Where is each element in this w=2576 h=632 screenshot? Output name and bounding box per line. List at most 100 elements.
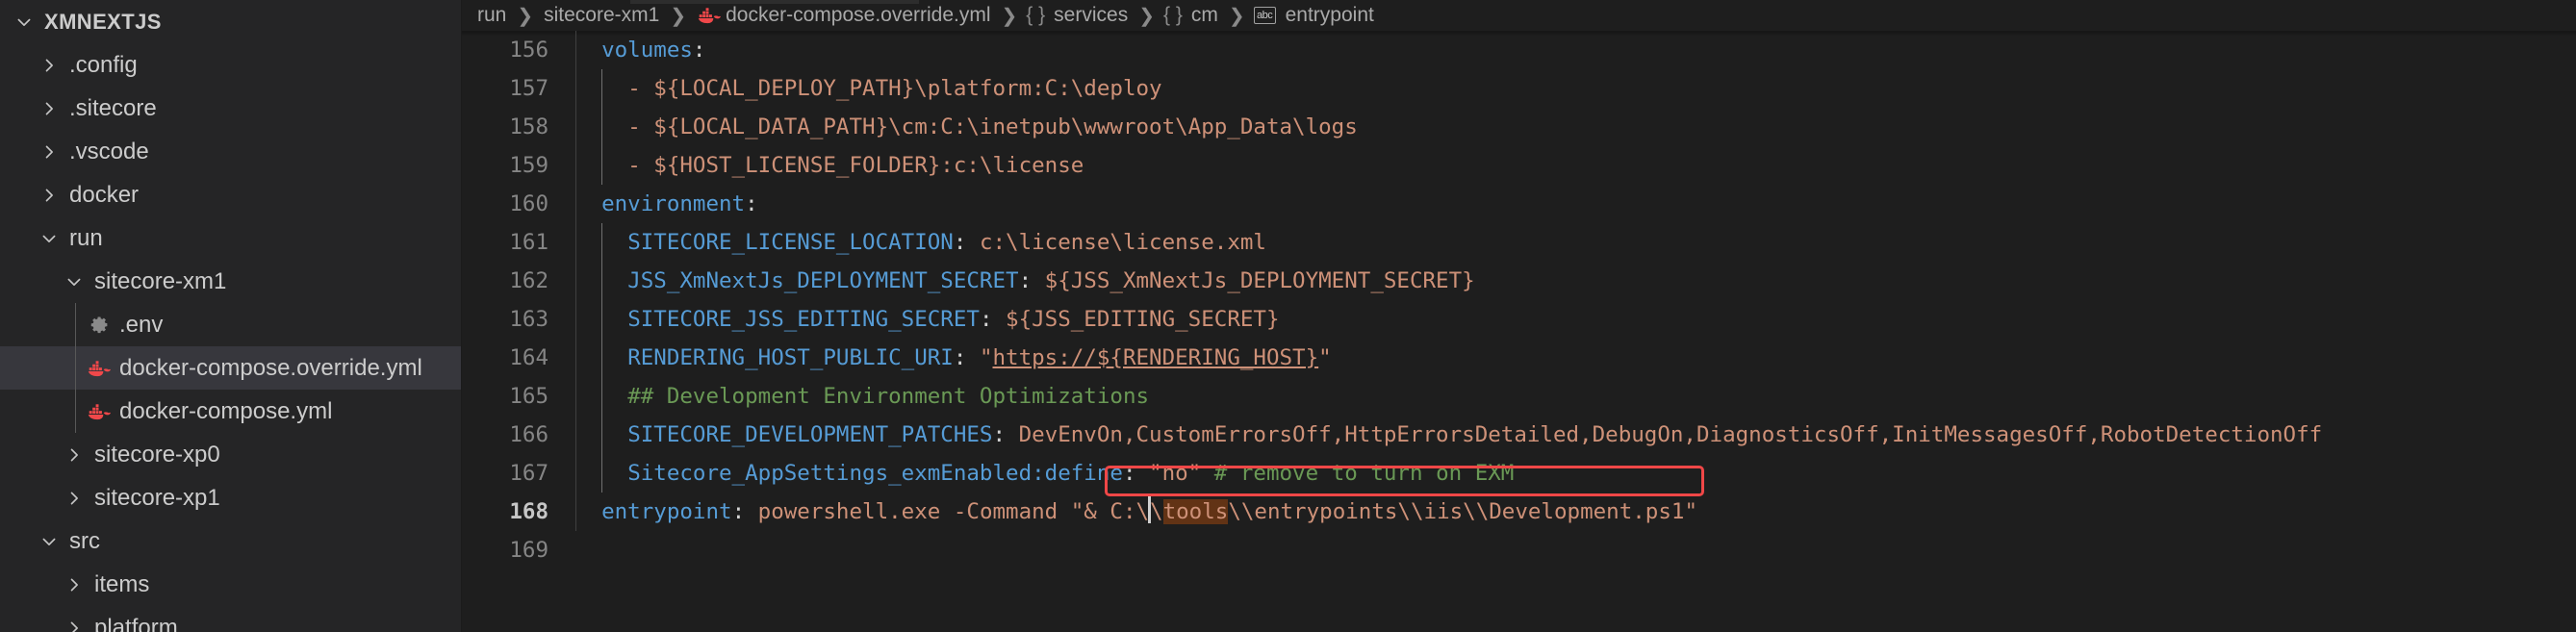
chevron-right-icon[interactable] — [58, 575, 90, 594]
yaml-value: - ${HOST_LICENSE_FOLDER}:c:\license — [627, 153, 1084, 178]
yaml-value: DevEnvOn,CustomErrorsOff,HttpErrorsDetai… — [1018, 422, 2323, 447]
breadcrumb-item-entrypoint[interactable]: abc entrypoint — [1253, 4, 1376, 27]
code-line[interactable]: 168 entrypoint: powershell.exe -Command … — [462, 493, 2576, 531]
chevron-right-icon[interactable] — [58, 445, 90, 465]
code-line[interactable]: 166 SITECORE_DEVELOPMENT_PATCHES: DevEnv… — [462, 416, 2576, 454]
tree-item-label: sitecore-xp1 — [94, 484, 220, 511]
yaml-value: : — [731, 499, 758, 524]
line-number[interactable]: 158 — [462, 108, 575, 146]
breadcrumb-item-label: docker-compose.override.yml — [726, 4, 991, 26]
code-line[interactable]: 165 ## Development Environment Optimizat… — [462, 377, 2576, 416]
tree-file-docker-compose-override-yml[interactable]: docker-compose.override.yml — [0, 346, 461, 390]
chevron-right-icon[interactable] — [33, 142, 65, 162]
abc-icon: abc — [1253, 7, 1276, 24]
tree-folder-src[interactable]: src — [0, 519, 461, 563]
breadcrumb-separator: ❯ — [1138, 5, 1155, 27]
tree-folder-config[interactable]: .config — [0, 43, 461, 87]
line-number[interactable]: 167 — [462, 454, 575, 493]
braces-icon: { } — [1026, 4, 1046, 26]
line-number[interactable]: 168 — [462, 493, 575, 531]
breadcrumb-item-cm[interactable]: { } cm — [1163, 4, 1220, 27]
word-occurrence-highlight: tools — [1162, 499, 1229, 524]
line-number[interactable]: 169 — [462, 531, 575, 569]
yaml-value: " — [979, 345, 993, 370]
line-number[interactable]: 164 — [462, 339, 575, 377]
line-number[interactable]: 163 — [462, 300, 575, 339]
chevron-right-icon[interactable] — [33, 56, 65, 75]
line-number[interactable]: 156 — [462, 31, 575, 69]
tree-item-label: .sitecore — [69, 94, 157, 121]
code-line[interactable]: 169 — [462, 531, 2576, 569]
breadcrumb-item-label: cm — [1190, 4, 1218, 26]
code-line[interactable]: 156 volumes: — [462, 31, 2576, 69]
line-number[interactable]: 157 — [462, 69, 575, 108]
code-line[interactable]: 157 - ${LOCAL_DEPLOY_PATH}\platform:C:\d… — [462, 69, 2576, 108]
tree-file-docker-compose-yml[interactable]: docker-compose.yml — [0, 390, 461, 433]
line-number[interactable]: 160 — [462, 185, 575, 223]
chevron-right-icon[interactable] — [58, 489, 90, 508]
yaml-value: - ${LOCAL_DATA_PATH}\cm:C:\inetpub\wwwro… — [627, 114, 1358, 139]
tree-root-xmnextjs[interactable]: XMNEXTJS — [0, 0, 461, 43]
tree-folder-platform[interactable]: platform — [0, 606, 461, 632]
indent-guide — [575, 69, 576, 108]
breadcrumb-item-run[interactable]: run — [475, 4, 508, 27]
tree-folder-run[interactable]: run — [0, 216, 461, 260]
chevron-down-icon[interactable] — [8, 13, 40, 32]
yaml-key: SITECORE_DEVELOPMENT_PATCHES — [627, 422, 993, 447]
code-line[interactable]: 158 - ${LOCAL_DATA_PATH}\cm:C:\inetpub\w… — [462, 108, 2576, 146]
code-line[interactable]: 162 JSS_XmNextJs_DEPLOYMENT_SECRET: ${JS… — [462, 262, 2576, 300]
chevron-right-icon[interactable] — [33, 186, 65, 205]
breadcrumb-item-services[interactable]: { } services — [1026, 4, 1130, 27]
code-line[interactable]: 167 Sitecore_AppSettings_exmEnabled:defi… — [462, 454, 2576, 493]
line-number[interactable]: 166 — [462, 416, 575, 454]
yaml-key: environment — [601, 191, 746, 216]
line-number[interactable]: 161 — [462, 223, 575, 262]
docker-icon — [83, 402, 115, 421]
line-number[interactable]: 165 — [462, 377, 575, 416]
tree-item-label: docker-compose.override.yml — [119, 354, 422, 381]
tree-folder-vscode[interactable]: .vscode — [0, 130, 461, 173]
yaml-value: \ — [1150, 499, 1163, 524]
chevron-down-icon[interactable] — [33, 229, 65, 248]
yaml-value: : — [692, 38, 706, 63]
yaml-value: powershell.exe -Command "& C:\ — [757, 499, 1150, 524]
url-link[interactable]: https://${RENDERING_HOST} — [992, 345, 1318, 370]
code-line[interactable]: 161 SITECORE_LICENSE_LOCATION: c:\licens… — [462, 223, 2576, 262]
file-tree: XMNEXTJS .config .sitecore .vscode docker run… — [0, 0, 461, 632]
docker-icon — [695, 6, 724, 25]
tree-item-label: docker — [69, 181, 140, 208]
breadcrumb-separator: ❯ — [517, 5, 534, 27]
code-line[interactable]: 164 RENDERING_HOST_PUBLIC_URI: "https://… — [462, 339, 2576, 377]
breadcrumb-item-docker-compose-override-yml[interactable]: docker-compose.override.yml — [695, 4, 992, 27]
tree-item-label: .vscode — [69, 138, 149, 164]
tree-folder-sitecore-xm1[interactable]: sitecore-xm1 — [0, 260, 461, 303]
chevron-right-icon[interactable] — [58, 619, 90, 632]
chevron-right-icon[interactable] — [33, 99, 65, 118]
indent-guide — [75, 303, 76, 346]
code-content[interactable]: 156 volumes: 157 - ${LOCAL_DEPLOY_PATH}\p… — [462, 31, 2576, 569]
code-line[interactable]: 159 - ${HOST_LICENSE_FOLDER}:c:\license — [462, 146, 2576, 185]
tree-folder-items[interactable]: items — [0, 563, 461, 606]
tree-folder-docker[interactable]: docker — [0, 173, 461, 216]
line-number[interactable]: 162 — [462, 262, 575, 300]
tree-file-env[interactable]: .env — [0, 303, 461, 346]
yaml-value: ${JSS_EDITING_SECRET} — [1006, 307, 1280, 332]
tree-folder-sitecore-xp1[interactable]: sitecore-xp1 — [0, 476, 461, 519]
tree-item-label: sitecore-xp0 — [94, 441, 220, 468]
tree-folder-sitecore[interactable]: .sitecore — [0, 87, 461, 130]
code-line[interactable]: 160 environment: — [462, 185, 2576, 223]
yaml-value — [575, 191, 601, 216]
breadcrumb-item-sitecore-xm1[interactable]: sitecore-xm1 — [542, 4, 661, 27]
editor-pane: run ❯ sitecore-xm1 ❯ docker-compose.override… — [462, 0, 2576, 632]
indent-guide — [575, 300, 576, 339]
yaml-value: c:\license\license.xml — [979, 230, 1266, 255]
indent-guide — [601, 339, 603, 377]
code-line-content: JSS_XmNextJs_DEPLOYMENT_SECRET: ${JSS_Xm… — [575, 262, 2576, 300]
code-line-content: - ${HOST_LICENSE_FOLDER}:c:\license — [575, 146, 2576, 185]
indent-guide — [601, 146, 603, 185]
chevron-down-icon[interactable] — [33, 532, 65, 551]
tree-folder-sitecore-xp0[interactable]: sitecore-xp0 — [0, 433, 461, 476]
chevron-down-icon[interactable] — [58, 272, 90, 291]
line-number[interactable]: 159 — [462, 146, 575, 185]
code-line[interactable]: 163 SITECORE_JSS_EDITING_SECRET: ${JSS_E… — [462, 300, 2576, 339]
